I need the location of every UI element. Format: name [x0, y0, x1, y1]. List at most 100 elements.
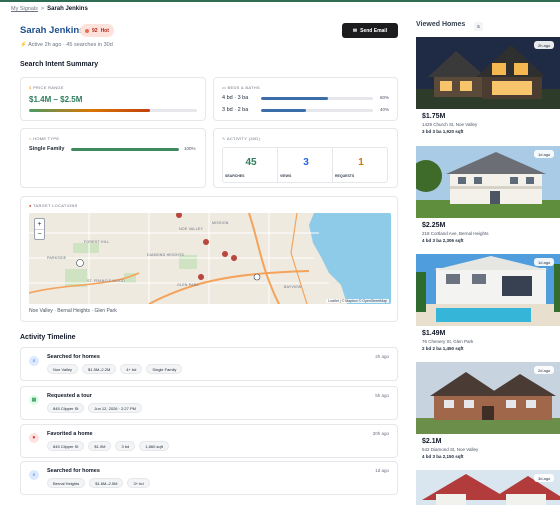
stat-searches-caption: SEARCHES	[225, 174, 245, 178]
stat-requests-caption: REQUESTS	[335, 174, 355, 178]
status-label: Hot	[100, 27, 109, 34]
price-range-label-text: PRICE RANGE	[32, 85, 64, 90]
activity-card: ∿ ACTIVITY (30D) 45 SEARCHES 3 VIEWS 1 R…	[213, 128, 398, 188]
beds-baths-row-1-fill	[261, 97, 329, 100]
stat-requests-value: 1	[358, 157, 364, 168]
price-range-bar	[29, 109, 197, 112]
zoom-out-button[interactable]: −	[35, 230, 44, 240]
beds-baths-row-2-text: 3 bd · 2 ba	[222, 107, 249, 113]
zoom-in-button[interactable]: +	[35, 219, 44, 230]
stat-views: 3 VIEWS	[277, 147, 333, 183]
map-neighborhood-label: DIAMOND HEIGHTS	[147, 253, 184, 257]
timeline-item[interactable]: ♥ Favorited a home 20h ago 845 Clipper S…	[20, 424, 398, 458]
price-range-label: $ PRICE RANGE	[29, 85, 64, 90]
viewed-homes-title: Viewed Homes	[416, 21, 466, 28]
home-type-label-text: HOME TYPE	[33, 136, 60, 141]
hot-score-badge: 92 Hot	[80, 24, 114, 37]
timeline-item-title: Favorited a home	[47, 431, 93, 437]
pin-icon: ●	[29, 203, 32, 208]
timeline-item-title: Searched for homes	[47, 354, 100, 360]
map-attribution[interactable]: Leaflet | © Mapbox © OpenStreetMap	[326, 299, 389, 303]
target-locations-map[interactable]: FOREST HILL NOE VALLEY DIAMOND HEIGHTS GLEN…	[29, 213, 391, 304]
timeline-item[interactable]: ⌕ Searched for homes 2h ago Noe Valley $…	[20, 347, 398, 381]
chip: $1.9M	[88, 441, 112, 451]
breadcrumb-separator: >	[40, 6, 45, 12]
target-locations-caption: Noe Valley · Bernal Heights · Glen Park	[29, 308, 117, 314]
map-neighborhood-label: GLEN PARK	[177, 283, 200, 287]
beds-baths-row-2-bar	[261, 109, 373, 112]
heart-icon: ♥	[29, 433, 39, 443]
timeline-item-chips: 845 Clipper St Jun 12, 2026 · 2:27 PM	[47, 403, 142, 413]
home-type-card: ⌂ HOME TYPE Single Family 100%	[20, 128, 206, 188]
chip: 845 Clipper St	[47, 441, 85, 451]
chip: $1.5M–2.2M	[82, 364, 117, 374]
breadcrumb-link-my-signals[interactable]: My Signals	[11, 6, 38, 12]
viewed-home-card[interactable]: 3d ago	[416, 470, 560, 505]
map-neighborhood-label: PARKSIDE	[47, 256, 67, 260]
pulse-icon: ∿	[222, 136, 226, 141]
stat-views-caption: VIEWS	[280, 174, 292, 178]
beds-baths-row-2-fill	[261, 109, 306, 112]
map-neighborhood-label: NOE VALLEY	[179, 227, 204, 231]
viewed-home-card[interactable]: 1d ago $1.49M 76 Chenery St, Glen Park 2…	[416, 254, 560, 358]
chip: 1,860 sqft	[139, 441, 169, 451]
activity-label: ∿ ACTIVITY (30D)	[222, 136, 260, 141]
search-icon: ⌕	[29, 356, 39, 366]
home-specs: 4 bd 3 ba 2,306 sqft	[422, 238, 464, 243]
flame-icon	[85, 28, 89, 33]
home-viewed-time: 1d ago	[534, 258, 555, 266]
map-neighborhood-label: FOREST HILL	[84, 240, 110, 244]
price-range-card: $ PRICE RANGE $1.4M – $2.5M	[20, 77, 206, 121]
timeline-item[interactable]: ▦ Requested a tour 5h ago 845 Clipper St…	[20, 386, 398, 420]
home-type-value: Single Family	[29, 146, 65, 152]
home-type-bar	[71, 148, 179, 151]
viewed-home-card[interactable]: 2h ago $1.75M 1429 Church St, Noe Valley…	[416, 37, 560, 141]
home-type-fill	[71, 148, 179, 151]
timeline-item-title: Requested a tour	[47, 393, 92, 399]
timeline-item-time: 20h ago	[372, 431, 389, 436]
mail-icon: ✉	[352, 27, 358, 34]
map-canvas	[29, 213, 391, 304]
timeline-item-title: Searched for homes	[47, 468, 100, 474]
home-specs: 3 bd 3 ba 1,920 sqft	[422, 129, 464, 134]
chip: 3+ bd	[127, 478, 150, 488]
timeline-item-chips: Bernal Heights $1.6M–2.5M 3+ bd	[47, 478, 150, 488]
calendar-icon: ▦	[29, 395, 39, 405]
score-value: 92	[92, 27, 98, 34]
viewed-homes-count: 5	[474, 22, 483, 31]
bed-icon: ▭	[222, 85, 227, 90]
target-locations-label: ● TARGET LOCATIONS	[29, 203, 78, 208]
home-price: $1.49M	[422, 330, 446, 337]
bolt-icon: ⚡	[20, 42, 27, 48]
beds-baths-row-1-pct: 60%	[380, 95, 390, 100]
home-specs: 4 bd 3 ba 2,150 sqft	[422, 454, 464, 459]
activity-timeline-title: Activity Timeline	[20, 334, 76, 341]
map-neighborhood-label: BAYVIEW	[284, 285, 302, 289]
home-address: 542 Diamond St, Noe Valley	[422, 447, 479, 452]
chip: Single Family	[146, 364, 183, 374]
beds-baths-label-text: BEDS & BATHS	[227, 85, 260, 90]
timeline-item-chips: Noe Valley $1.5M–2.2M 4+ bd Single Famil…	[47, 364, 183, 374]
beds-baths-row-1-bar	[261, 97, 373, 100]
home-address: 218 Cortland Ave, Bernal Heights	[422, 231, 489, 236]
chip: 3 bd	[115, 441, 136, 451]
home-price: $2.25M	[422, 222, 446, 229]
viewed-home-card[interactable]: 1d ago $2.25M 218 Cortland Ave, Bernal H…	[416, 146, 560, 250]
home-viewed-time: 2d ago	[534, 366, 555, 374]
beds-baths-row-1-text: 4 bd · 3 ba	[222, 95, 249, 101]
send-email-button[interactable]: ✉ Send Email	[342, 23, 398, 38]
activity-summary: ⚡ Active 2h ago · 45 searches in 30d	[20, 42, 113, 48]
price-range-value: $1.4M – $2.5M	[29, 95, 83, 104]
price-range-fill	[29, 109, 150, 112]
breadcrumb-current: Sarah Jenkins	[47, 6, 88, 12]
viewed-home-card[interactable]: 2d ago $2.1M 542 Diamond St, Noe Valley …	[416, 362, 560, 466]
home-type-label: ⌂ HOME TYPE	[29, 136, 59, 141]
timeline-item[interactable]: ⌕ Searched for homes 1d ago Bernal Heigh…	[20, 461, 398, 495]
chip: 845 Clipper St	[47, 403, 85, 413]
activity-label-text: ACTIVITY (30D)	[226, 136, 261, 141]
chip: $1.6M–2.5M	[89, 478, 124, 488]
timeline-item-chips: 845 Clipper St $1.9M 3 bd 1,860 sqft	[47, 441, 169, 451]
chip: Jun 12, 2026 · 2:27 PM	[88, 403, 142, 413]
timeline-item-time: 1d ago	[375, 468, 389, 473]
beds-baths-row-2-pct: 40%	[380, 107, 390, 112]
